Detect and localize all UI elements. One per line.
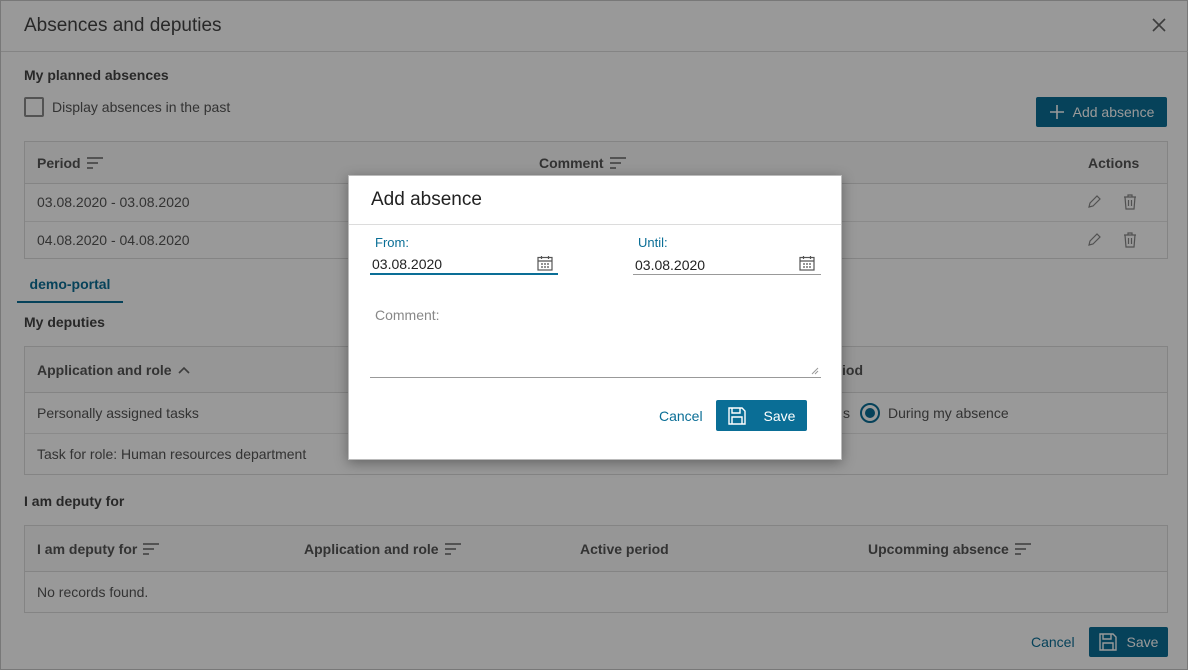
calendar-icon[interactable] bbox=[537, 255, 553, 271]
comment-label: Comment: bbox=[375, 307, 440, 323]
modal-title: Add absence bbox=[371, 189, 482, 210]
modal-save-label: Save bbox=[763, 407, 796, 424]
until-label: Until: bbox=[638, 235, 668, 250]
from-label: From: bbox=[375, 235, 409, 250]
save-icon bbox=[727, 406, 746, 425]
resize-grip-icon[interactable] bbox=[811, 367, 819, 375]
modal-save-button[interactable]: Save bbox=[716, 400, 807, 431]
add-absence-modal: Add absence From: Until: Comment: Cancel… bbox=[348, 175, 842, 460]
calendar-icon[interactable] bbox=[799, 255, 815, 271]
comment-textarea[interactable] bbox=[370, 326, 821, 378]
modal-cancel-button[interactable]: Cancel bbox=[659, 408, 703, 424]
from-date-input[interactable] bbox=[370, 251, 558, 275]
modal-divider bbox=[349, 224, 841, 225]
until-date-input[interactable] bbox=[633, 251, 821, 275]
